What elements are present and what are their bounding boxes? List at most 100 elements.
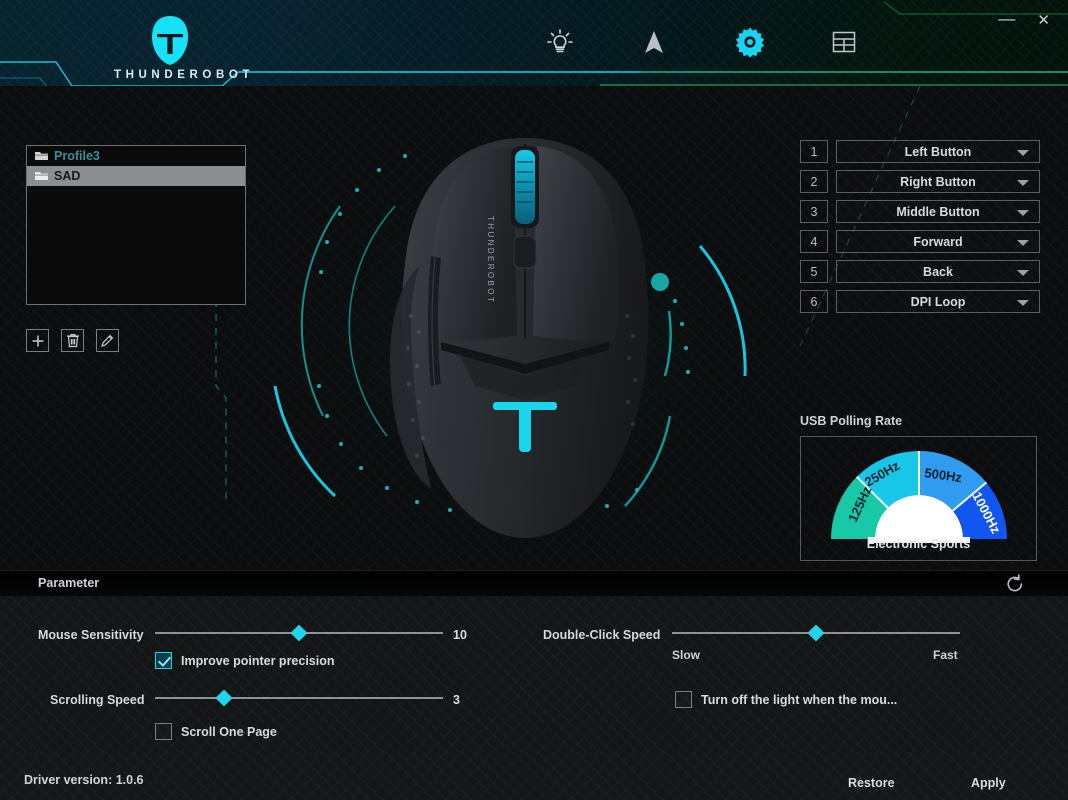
profile-name: Profile3 <box>54 149 100 163</box>
thunderobot-mouse-control-app: THUNDEROBOT — ✕ Profile3 SAD THUNDEROBOT… <box>0 0 1068 800</box>
nav-settings-button[interactable] <box>726 18 774 66</box>
assignment-value: Middle Button <box>896 204 980 219</box>
mouse-sensitivity-label: Mouse Sensitivity <box>38 628 144 642</box>
header-nav <box>520 18 890 66</box>
assignment-value: Left Button <box>904 144 972 159</box>
assignment-value: DPI Loop <box>910 294 966 309</box>
turn-off-light-checkbox-row[interactable]: Turn off the light when the mou... <box>675 691 897 708</box>
gear-icon <box>735 27 765 57</box>
assignment-dropdown[interactable]: Forward <box>836 230 1040 253</box>
button-assignment-panel: 1 Left Button 2 Right Button 3 Middle Bu… <box>800 140 1040 320</box>
assignment-number: 3 <box>800 200 828 223</box>
assignment-dropdown[interactable]: Middle Button <box>836 200 1040 223</box>
gaming-mouse-top-view: THUNDEROBOT <box>273 106 775 566</box>
improve-pointer-precision-checkbox-row[interactable]: Improve pointer precision <box>155 652 335 669</box>
scroll-one-page-checkbox-row[interactable]: Scroll One Page <box>155 723 277 740</box>
scroll-one-page-checkbox[interactable] <box>155 723 172 740</box>
assignment-number: 1 <box>800 140 828 163</box>
assignment-row: 3 Middle Button <box>800 200 1040 223</box>
close-button[interactable]: ✕ <box>1037 13 1050 28</box>
folder-icon <box>35 152 48 160</box>
chevron-down-icon <box>1017 209 1029 216</box>
improve-pointer-precision-label: Improve pointer precision <box>181 653 335 668</box>
trash-icon <box>66 334 79 348</box>
parameter-panel: Mouse Sensitivity 10 Improve pointer pre… <box>0 596 1068 752</box>
assignment-row: 1 Left Button <box>800 140 1040 163</box>
folder-icon <box>35 172 48 180</box>
mouse-sensitivity-value: 10 <box>453 628 467 642</box>
assignment-dropdown[interactable]: DPI Loop <box>836 290 1040 313</box>
scrolling-speed-label: Scrolling Speed <box>50 693 145 707</box>
profile-list[interactable]: Profile3 SAD <box>26 145 246 305</box>
add-profile-button[interactable] <box>26 329 49 352</box>
polling-caption: Electronic Sports <box>866 537 971 551</box>
usb-polling-rate-panel: USB Polling Rate 125Hz 250Hz 500Hz 1000H… <box>800 414 1040 561</box>
cursor-arrow-icon <box>645 31 663 53</box>
assignment-value: Back <box>923 264 953 279</box>
app-footer: Driver version: 1.0.6 Restore Apply <box>0 752 1068 800</box>
chevron-down-icon <box>1017 149 1029 156</box>
assignment-value: Right Button <box>900 174 976 189</box>
main-content: Profile3 SAD THUNDEROBOT 1 Left Button 2… <box>0 86 1068 570</box>
nav-macro-button[interactable] <box>820 18 868 66</box>
polling-gauge-box: 125Hz 250Hz 500Hz 1000Hz Electronic Spor… <box>800 436 1037 561</box>
chevron-down-icon <box>1017 269 1029 276</box>
chevron-down-icon <box>1017 179 1029 186</box>
slider-handle[interactable] <box>215 689 233 707</box>
double-click-speed-label: Double-Click Speed <box>543 628 661 642</box>
brand-logo: THUNDEROBOT <box>110 14 255 81</box>
turn-off-light-checkbox[interactable] <box>675 691 692 708</box>
assignment-dropdown[interactable]: Back <box>836 260 1040 283</box>
nav-pointer-button[interactable] <box>630 18 678 66</box>
device-preview: THUNDEROBOT <box>245 86 805 570</box>
parameter-section-title: Parameter <box>38 576 100 590</box>
plus-icon <box>32 335 43 346</box>
apply-button[interactable]: Apply <box>971 776 1006 790</box>
profile-list-item[interactable]: SAD <box>27 166 245 186</box>
table-grid-icon <box>832 31 856 53</box>
double-click-speed-slider[interactable] <box>672 624 960 642</box>
assignment-number: 6 <box>800 290 828 313</box>
polling-gauge[interactable]: 125Hz 250Hz 500Hz 1000Hz <box>828 447 1010 548</box>
app-header: THUNDEROBOT — ✕ <box>0 0 1068 86</box>
profile-toolbar <box>26 329 119 352</box>
slider-handle[interactable] <box>807 624 825 642</box>
thunderobot-helmet-icon <box>144 14 196 66</box>
profile-list-item[interactable]: Profile3 <box>27 146 245 166</box>
minimize-button[interactable]: — <box>998 10 1015 27</box>
assignment-number: 2 <box>800 170 828 193</box>
window-controls: — ✕ <box>998 6 1050 34</box>
rename-profile-button[interactable] <box>96 329 119 352</box>
driver-version-text: Driver version: 1.0.6 <box>24 773 144 787</box>
assignment-row: 2 Right Button <box>800 170 1040 193</box>
assignment-row: 4 Forward <box>800 230 1040 253</box>
lightbulb-icon <box>547 29 573 53</box>
nav-lighting-button[interactable] <box>536 18 584 66</box>
device-product-mark: THUNDEROBOT <box>486 216 495 304</box>
assignment-value: Forward <box>913 234 963 249</box>
delete-profile-button[interactable] <box>61 329 84 352</box>
pencil-icon <box>101 334 114 347</box>
assignment-dropdown[interactable]: Right Button <box>836 170 1040 193</box>
scrolling-speed-value: 3 <box>453 693 460 707</box>
assignment-row: 6 DPI Loop <box>800 290 1040 313</box>
scrolling-speed-slider[interactable] <box>155 689 443 707</box>
scroll-one-page-label: Scroll One Page <box>181 724 277 739</box>
assignment-number: 4 <box>800 230 828 253</box>
reset-arrow-icon <box>1007 574 1023 592</box>
slider-track <box>155 697 443 699</box>
assignment-number: 5 <box>800 260 828 283</box>
chevron-down-icon <box>1017 239 1029 246</box>
mouse-sensitivity-slider[interactable] <box>155 624 443 642</box>
reset-button[interactable] <box>1004 573 1026 595</box>
brand-name: THUNDEROBOT <box>114 69 255 81</box>
restore-button[interactable]: Restore <box>848 776 895 790</box>
usb-polling-rate-title: USB Polling Rate <box>800 414 903 428</box>
parameter-bar: Parameter <box>0 570 1068 596</box>
turn-off-light-label: Turn off the light when the mou... <box>701 692 898 707</box>
slider-handle[interactable] <box>290 624 308 642</box>
assignment-dropdown[interactable]: Left Button <box>836 140 1040 163</box>
improve-pointer-precision-checkbox[interactable] <box>155 652 172 669</box>
profile-name: SAD <box>54 169 81 183</box>
assignment-row: 5 Back <box>800 260 1040 283</box>
